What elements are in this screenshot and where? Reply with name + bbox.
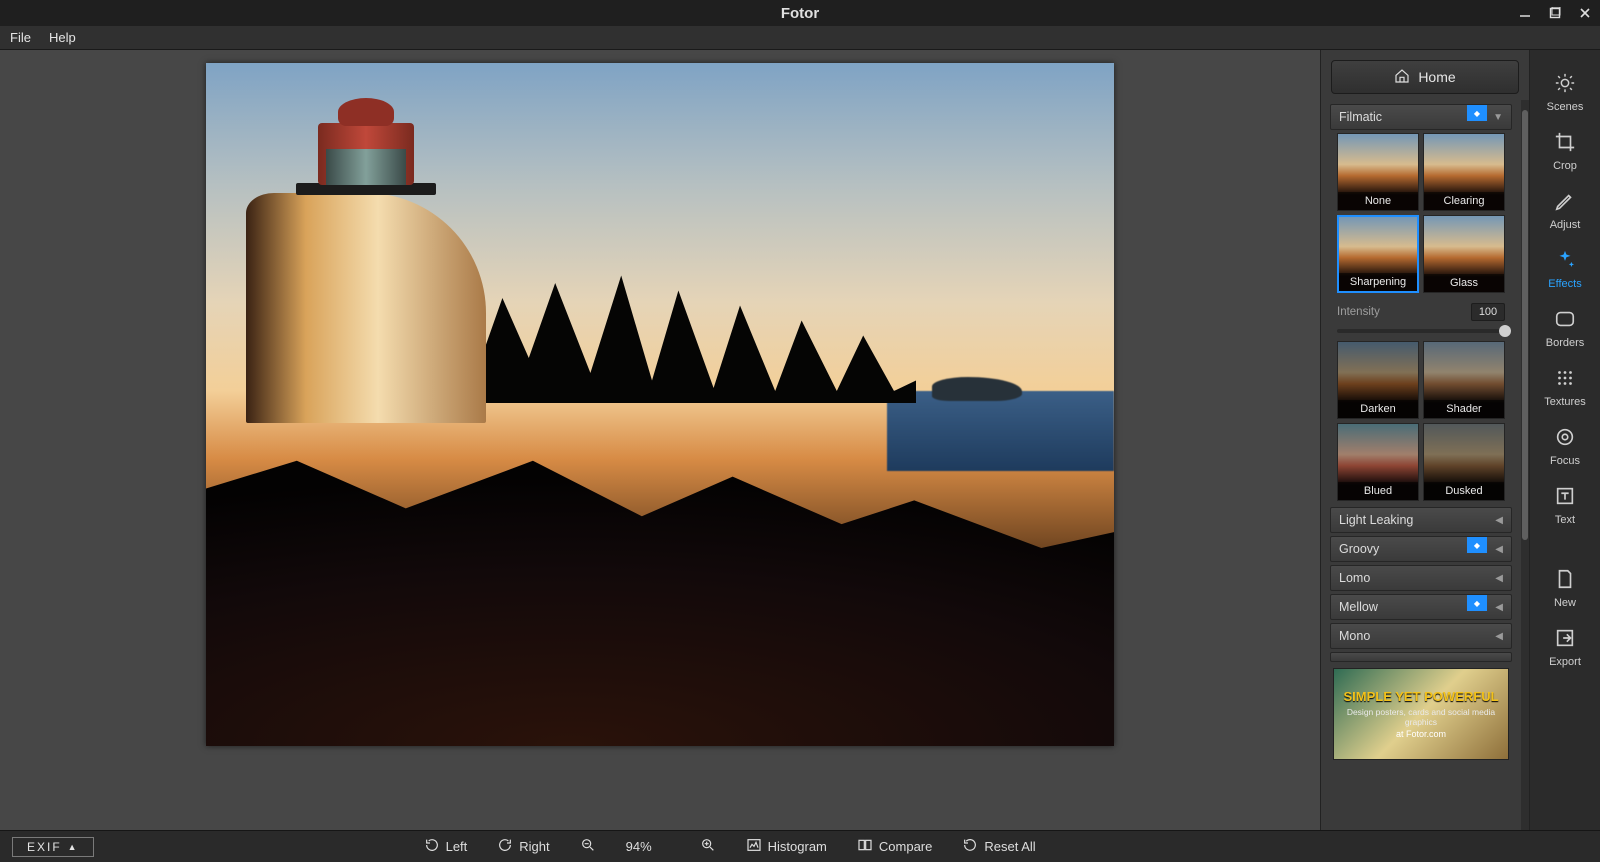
bottom-bar: EXIF ▲ Left Right 94% Histogram Compare … bbox=[0, 830, 1600, 862]
effect-darken[interactable]: Darken bbox=[1337, 341, 1419, 419]
rail-borders[interactable]: Borders bbox=[1535, 304, 1595, 353]
chevron-down-icon: ▼ bbox=[1493, 112, 1503, 123]
rail-export[interactable]: Export bbox=[1535, 623, 1595, 672]
promo-title: SIMPLE YET POWERFUL bbox=[1334, 689, 1508, 704]
rail-focus[interactable]: Focus bbox=[1535, 422, 1595, 471]
effects-panel: Home Filmatic ▼ None Clearing Sharpening… bbox=[1320, 50, 1530, 830]
rotate-left-icon bbox=[424, 837, 440, 856]
app-title: Fotor bbox=[781, 5, 819, 22]
intensity-label: Intensity bbox=[1337, 306, 1380, 318]
exif-button[interactable]: EXIF ▲ bbox=[12, 837, 94, 857]
home-button[interactable]: Home bbox=[1331, 60, 1519, 94]
focus-icon bbox=[1554, 426, 1576, 451]
promo-url: at Fotor.com bbox=[1334, 729, 1508, 739]
crop-icon bbox=[1554, 131, 1576, 156]
titlebar: Fotor bbox=[0, 0, 1600, 26]
category-mono[interactable]: Mono◀ bbox=[1330, 623, 1512, 649]
menu-help[interactable]: Help bbox=[49, 30, 76, 45]
chevron-left-icon: ◀ bbox=[1495, 631, 1503, 642]
chevron-left-icon: ◀ bbox=[1495, 544, 1503, 555]
rail-adjust[interactable]: Adjust bbox=[1535, 186, 1595, 235]
intensity-slider[interactable] bbox=[1337, 329, 1505, 333]
premium-badge-icon bbox=[1467, 105, 1487, 121]
reset-all-button[interactable]: Reset All bbox=[962, 837, 1035, 856]
home-icon bbox=[1394, 68, 1410, 87]
rail-effects[interactable]: Effects bbox=[1535, 245, 1595, 294]
category-filmatic[interactable]: Filmatic ▼ bbox=[1330, 104, 1512, 130]
category-lomo[interactable]: Lomo◀ bbox=[1330, 565, 1512, 591]
slider-knob[interactable] bbox=[1499, 325, 1511, 337]
rail-crop[interactable]: Crop bbox=[1535, 127, 1595, 176]
intensity-value[interactable]: 100 bbox=[1471, 303, 1505, 321]
image-canvas[interactable] bbox=[206, 63, 1114, 746]
effect-blued[interactable]: Blued bbox=[1337, 423, 1419, 501]
histogram-icon bbox=[746, 837, 762, 856]
sun-icon bbox=[1554, 72, 1576, 97]
reset-icon bbox=[962, 837, 978, 856]
effect-dusked[interactable]: Dusked bbox=[1423, 423, 1505, 501]
minimize-button[interactable] bbox=[1510, 0, 1540, 26]
effect-clearing[interactable]: Clearing bbox=[1423, 133, 1505, 211]
category-light-leaking[interactable]: Light Leaking◀ bbox=[1330, 507, 1512, 533]
category-more[interactable] bbox=[1330, 652, 1512, 662]
compare-icon bbox=[857, 837, 873, 856]
close-button[interactable] bbox=[1570, 0, 1600, 26]
zoom-out-icon bbox=[580, 837, 596, 856]
zoom-in-icon bbox=[700, 837, 716, 856]
intensity-row: Intensity 100 bbox=[1327, 299, 1515, 325]
menubar: File Help bbox=[0, 26, 1600, 50]
maximize-button[interactable] bbox=[1540, 0, 1570, 26]
menu-file[interactable]: File bbox=[10, 30, 31, 45]
chevron-left-icon: ◀ bbox=[1495, 573, 1503, 584]
pencil-icon bbox=[1554, 190, 1576, 215]
effect-none[interactable]: None bbox=[1337, 133, 1419, 211]
chevron-up-icon: ▲ bbox=[68, 842, 79, 852]
zoom-in-button[interactable] bbox=[700, 837, 716, 856]
file-icon bbox=[1554, 568, 1576, 593]
rotate-right-button[interactable]: Right bbox=[497, 837, 549, 856]
borders-icon bbox=[1554, 308, 1576, 333]
category-label: Filmatic bbox=[1339, 110, 1382, 124]
premium-badge-icon bbox=[1467, 537, 1487, 553]
effect-sharpening[interactable]: Sharpening bbox=[1337, 215, 1419, 293]
canvas-area bbox=[0, 50, 1320, 830]
export-icon bbox=[1554, 627, 1576, 652]
text-icon bbox=[1554, 485, 1576, 510]
textures-icon bbox=[1554, 367, 1576, 392]
chevron-left-icon: ◀ bbox=[1495, 602, 1503, 613]
window-controls bbox=[1510, 0, 1600, 26]
panel-scrollbar[interactable] bbox=[1521, 100, 1529, 830]
rail-textures[interactable]: Textures bbox=[1535, 363, 1595, 412]
category-groovy[interactable]: Groovy◀ bbox=[1330, 536, 1512, 562]
category-mellow[interactable]: Mellow◀ bbox=[1330, 594, 1512, 620]
compare-button[interactable]: Compare bbox=[857, 837, 932, 856]
zoom-level: 94% bbox=[626, 839, 670, 854]
rail-new[interactable]: New bbox=[1535, 564, 1595, 613]
effect-shader[interactable]: Shader bbox=[1423, 341, 1505, 419]
zoom-out-button[interactable] bbox=[580, 837, 596, 856]
promo-subtitle: Design posters, cards and social media g… bbox=[1334, 707, 1508, 727]
histogram-button[interactable]: Histogram bbox=[746, 837, 827, 856]
premium-badge-icon bbox=[1467, 595, 1487, 611]
rail-scenes[interactable]: Scenes bbox=[1535, 68, 1595, 117]
scrollbar-thumb[interactable] bbox=[1522, 110, 1528, 540]
effect-glass[interactable]: Glass bbox=[1423, 215, 1505, 293]
home-label: Home bbox=[1418, 69, 1455, 85]
chevron-left-icon: ◀ bbox=[1495, 515, 1503, 526]
sparkle-icon bbox=[1554, 249, 1576, 274]
rail-text[interactable]: Text bbox=[1535, 481, 1595, 530]
promo-banner[interactable]: SIMPLE YET POWERFUL Design posters, card… bbox=[1333, 668, 1509, 760]
tool-rail: Scenes Crop Adjust Effects Borders Textu… bbox=[1530, 50, 1600, 830]
rotate-left-button[interactable]: Left bbox=[424, 837, 468, 856]
rotate-right-icon bbox=[497, 837, 513, 856]
